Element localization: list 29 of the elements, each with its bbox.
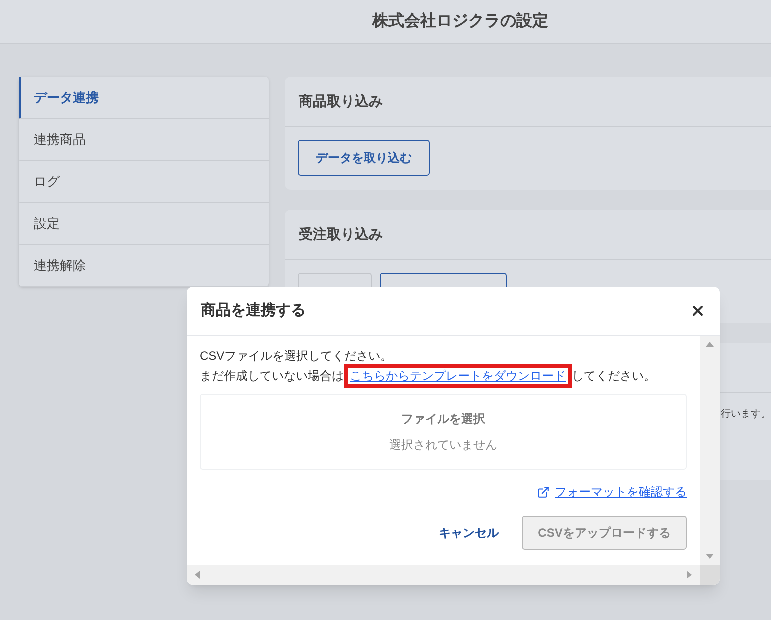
sidebar-item[interactable]: 設定 bbox=[19, 203, 269, 245]
instruction-text: まだ作成していない場合は bbox=[200, 368, 344, 384]
cancel-button[interactable]: キャンセル bbox=[439, 524, 499, 542]
scroll-left-icon bbox=[195, 571, 200, 579]
external-link-icon bbox=[537, 486, 550, 498]
file-picker-label: ファイルを選択 bbox=[402, 411, 486, 428]
sidebar-item[interactable]: ログ bbox=[19, 161, 269, 203]
scrollbar-corner bbox=[700, 565, 720, 585]
format-link[interactable]: フォーマットを確認する bbox=[555, 483, 687, 501]
template-download-link[interactable]: こちらからテンプレートをダウンロード bbox=[350, 369, 566, 383]
horizontal-scrollbar[interactable] bbox=[187, 565, 700, 585]
instruction-text: CSVファイルを選択してください。 bbox=[200, 348, 394, 364]
scroll-right-icon bbox=[687, 571, 692, 579]
sidebar-item[interactable]: データ連携 bbox=[19, 77, 269, 119]
file-picker[interactable]: ファイルを選択 選択されていません bbox=[200, 394, 687, 470]
file-status: 選択されていません bbox=[390, 437, 498, 454]
page-title: 株式会社ロジクラの設定 bbox=[372, 11, 548, 32]
sidebar-item[interactable]: 連携商品 bbox=[19, 119, 269, 161]
card-title: 受注取り込み bbox=[299, 225, 383, 244]
import-button[interactable]: データを取り込む bbox=[298, 140, 430, 176]
close-icon bbox=[690, 303, 706, 319]
close-button[interactable] bbox=[690, 303, 706, 319]
vertical-scrollbar[interactable] bbox=[700, 336, 720, 565]
card-title: 商品取り込み bbox=[299, 92, 383, 111]
dialog-title: 商品を連携する bbox=[201, 300, 306, 321]
scroll-up-icon bbox=[706, 342, 714, 347]
instruction-text: してください。 bbox=[572, 368, 656, 384]
card-text: 行います。 bbox=[721, 408, 771, 422]
scroll-down-icon bbox=[706, 554, 714, 559]
